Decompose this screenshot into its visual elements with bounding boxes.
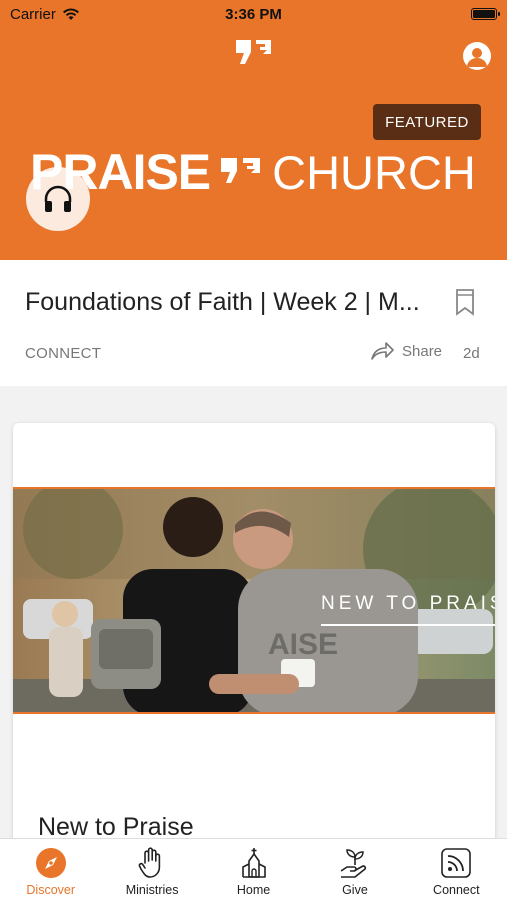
bookmark-icon[interactable] <box>455 288 475 316</box>
plant-hand-icon <box>339 847 371 879</box>
tab-label: Give <box>342 883 368 897</box>
praise-logo-icon <box>236 40 271 64</box>
sermon-category: CONNECT <box>25 345 102 362</box>
status-time: 3:36 PM <box>225 6 282 23</box>
tab-label: Connect <box>433 883 480 897</box>
tab-label: Home <box>236 883 271 897</box>
feature-photo: AISE NEW TO PRAISE <box>13 487 495 714</box>
battery-icon <box>471 8 500 20</box>
new-to-praise-card[interactable]: AISE NEW TO PRAISE New to Praise <box>13 423 495 853</box>
sermon-title[interactable]: Foundations of Faith | Week 2 | M... <box>25 288 425 317</box>
rss-icon <box>440 847 472 879</box>
sermon-card[interactable] <box>0 260 507 386</box>
tab-home[interactable]: Home <box>203 839 304 900</box>
share-arrow-icon <box>371 342 394 360</box>
status-bar: Carrier 3:36 PM <box>0 0 507 28</box>
share-label: Share <box>402 342 443 360</box>
photo-overlay-text: NEW TO PRAISE <box>321 593 495 614</box>
svg-text:AISE: AISE <box>268 628 338 661</box>
brand-church: CHURCH <box>272 145 476 199</box>
brand-mark-icon <box>221 158 261 183</box>
brand-logo: PRAISE CHURCH <box>30 142 476 202</box>
profile-avatar-button[interactable] <box>463 42 491 70</box>
tab-bar: Discover Ministries Home Give Connect <box>0 838 507 900</box>
tab-discover[interactable]: Discover <box>0 839 101 900</box>
featured-badge: FEATURED <box>373 104 481 140</box>
church-icon <box>238 847 270 879</box>
audio-play-button[interactable] <box>26 167 90 231</box>
compass-icon <box>35 847 67 879</box>
headphones-icon <box>44 185 72 212</box>
sermon-age: 2d <box>463 345 480 362</box>
tab-ministries[interactable]: Ministries <box>101 839 202 900</box>
tab-give[interactable]: Give <box>304 839 405 900</box>
user-icon <box>467 48 487 67</box>
hand-icon <box>136 847 168 879</box>
tab-label: Ministries <box>125 883 179 897</box>
tab-label: Discover <box>26 883 76 897</box>
photo-overlay-line <box>321 624 495 626</box>
hero-banner[interactable]: Carrier 3:36 PM FEATURED PRAISE CHURCH <box>0 0 507 260</box>
tab-connect[interactable]: Connect <box>406 839 507 900</box>
share-button[interactable]: Share <box>370 342 442 360</box>
